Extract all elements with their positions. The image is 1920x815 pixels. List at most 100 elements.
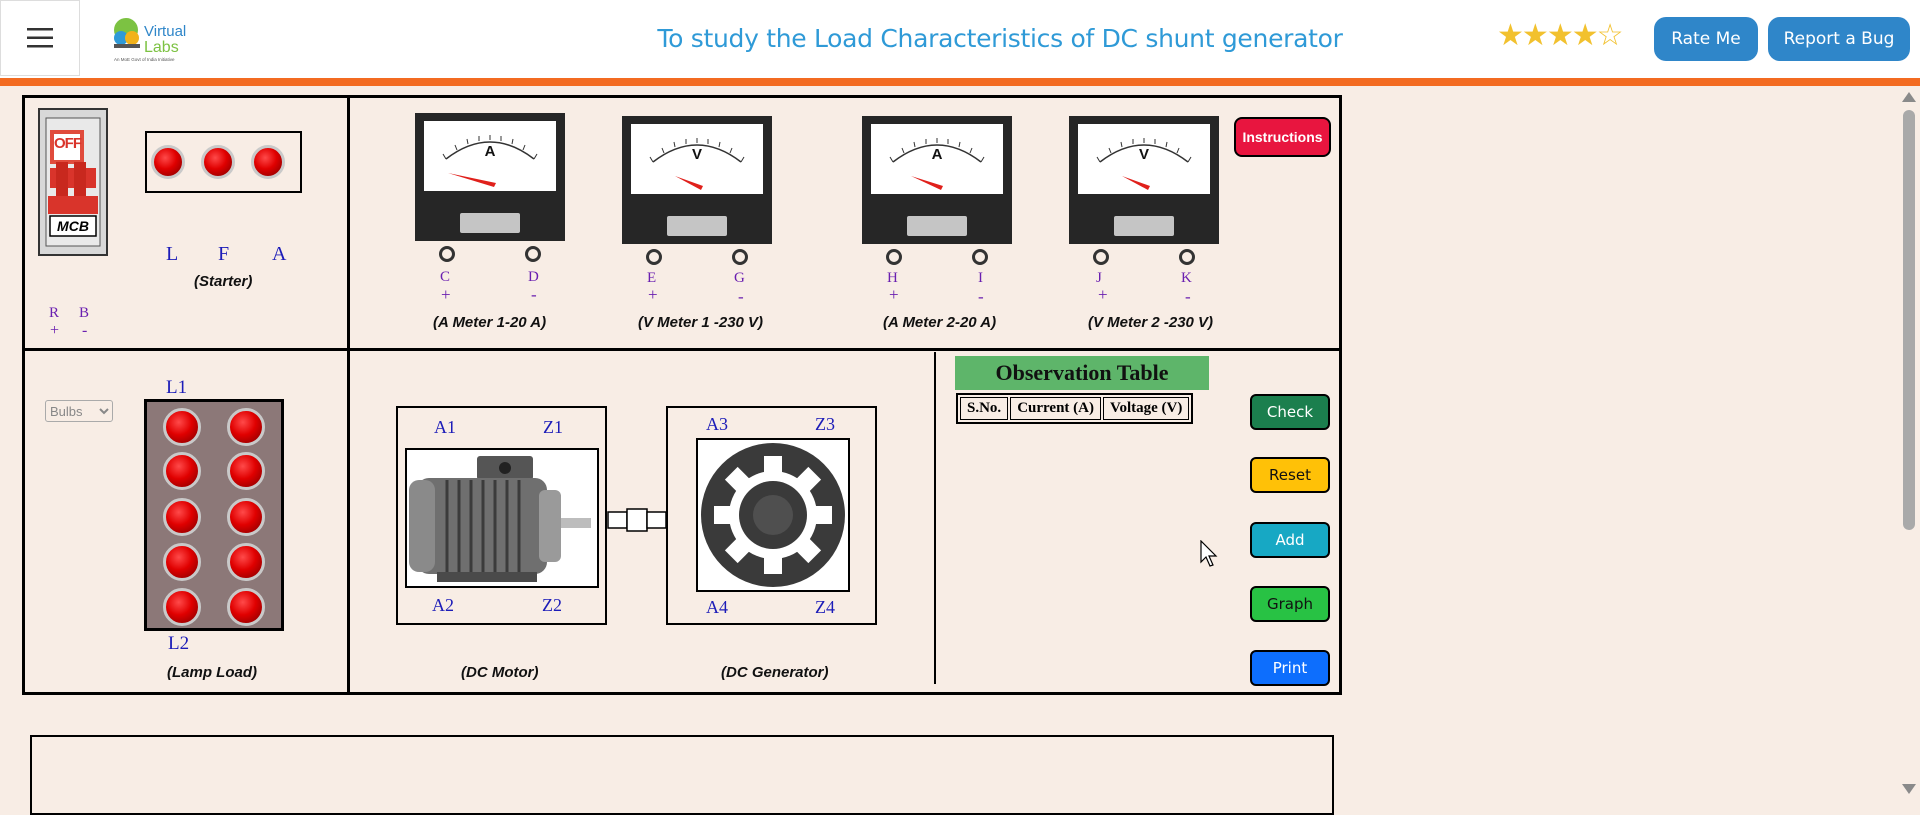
lamp-terminal-L2[interactable]: L2 [168,633,189,655]
starter-caption: (Starter) [194,273,253,290]
reset-button[interactable]: Reset [1250,457,1330,493]
menu-button[interactable] [0,0,80,76]
ammeter-1-caption: (A Meter 1-20 A) [433,314,547,331]
page-scrollbar[interactable] [1898,86,1920,800]
star-filled-icon[interactable]: ★ [1522,19,1549,52]
terminal-K[interactable] [1179,249,1195,265]
dc-generator-image [696,438,850,592]
meter-symbol: V [691,146,702,163]
lamp-bulb[interactable] [227,452,265,490]
generator-terminal-Z3[interactable]: Z3 [815,414,835,435]
terminal-H[interactable] [886,249,902,265]
rating-stars[interactable]: ★★★★☆ [1497,18,1624,53]
scrollbar-thumb[interactable] [1903,110,1915,530]
supply-terminal-R[interactable]: R [49,305,59,322]
starter-lamp [251,145,285,179]
lamp-bulb[interactable] [227,543,265,581]
generator-terminal-A3[interactable]: A3 [706,414,728,435]
graph-button[interactable]: Graph [1250,586,1330,622]
hamburger-icon [27,28,53,48]
meter-symbol: A [931,146,943,163]
starter-lamp [151,145,185,179]
scroll-down-arrow-icon[interactable] [1902,784,1916,794]
starter-terminal-A[interactable]: A [272,243,286,266]
terminal-I[interactable] [972,249,988,265]
terminal-label-K: K [1181,270,1192,286]
mouse-cursor-icon [1200,539,1218,568]
svg-text:Virtual: Virtual [144,23,186,40]
load-type-select[interactable]: Bulbs [45,400,113,422]
lamp-bulb[interactable] [227,408,265,446]
terminal-G[interactable] [732,249,748,265]
svg-text:An MoE Govt of India Initiativ: An MoE Govt of India Initiative [114,57,175,62]
sign-plus: + [1098,285,1108,304]
sign-minus: - [531,285,537,304]
report-bug-button[interactable]: Report a Bug [1768,17,1910,61]
motor-terminal-Z1[interactable]: Z1 [543,417,563,438]
observation-table-title: Observation Table [955,356,1209,390]
voltmeter-1-caption: (V Meter 1 -230 V) [638,314,764,331]
motor-terminal-Z2[interactable]: Z2 [542,595,562,616]
dc-motor-caption: (DC Motor) [461,664,539,681]
sign-plus: + [889,285,899,304]
column-header-voltage: Voltage (V) [1102,397,1190,420]
supply-sign-plus: + [50,322,60,339]
terminal-C[interactable] [439,246,455,262]
star-filled-icon[interactable]: ★ [1547,19,1574,52]
terminal-D[interactable] [525,246,541,262]
star-empty-icon[interactable]: ☆ [1597,19,1624,52]
observation-divider [934,352,936,684]
supply-terminal-B[interactable]: B [79,305,89,322]
lamp-bulb[interactable] [163,408,201,446]
supply-sign-minus: - [82,322,88,339]
starter-lamp [201,145,235,179]
print-button[interactable]: Print [1250,650,1330,686]
starter-terminal-L[interactable]: L [166,243,178,266]
lamp-bulb[interactable] [227,498,265,536]
terminal-label-D: D [528,269,539,285]
sign-plus: + [441,285,451,304]
sign-minus: - [738,287,744,306]
lamp-bulb[interactable] [163,452,201,490]
voltmeter-2-caption: (V Meter 2 -230 V) [1088,314,1214,331]
ammeter-2-caption: (A Meter 2-20 A) [883,314,997,331]
rate-me-button[interactable]: Rate Me [1654,17,1758,61]
add-button[interactable]: Add [1250,522,1330,558]
meter-symbol: V [1138,146,1149,163]
lamp-bulb[interactable] [163,588,201,626]
check-button[interactable]: Check [1250,394,1330,430]
column-header-current: Current (A) [1010,397,1101,420]
motor-terminal-A2[interactable]: A2 [432,595,454,616]
scroll-up-arrow-icon[interactable] [1902,92,1916,102]
lamp-bulb[interactable] [227,588,265,626]
starter-terminal-F[interactable]: F [218,243,229,266]
terminal-label-I: I [978,270,983,286]
generator-terminal-Z4[interactable]: Z4 [815,597,835,618]
top-header: Virtual Labs An MoE Govt of India Initia… [0,0,1920,78]
star-filled-icon[interactable]: ★ [1572,19,1599,52]
terminal-E[interactable] [646,249,662,265]
mcb-label: MCB [57,218,89,234]
mcb-switch[interactable]: OFF MCB [38,108,108,256]
voltmeter-1: V [622,116,772,244]
shaft-coupling [607,508,667,532]
virtual-labs-logo[interactable]: Virtual Labs An MoE Govt of India Initia… [108,12,204,64]
lamp-terminal-L1[interactable]: L1 [166,377,187,399]
star-filled-icon[interactable]: ★ [1497,19,1524,52]
sign-plus: + [648,285,658,304]
header-accent-bar [0,78,1920,86]
instructions-button[interactable]: Instructions [1234,117,1331,157]
panel-divider-vertical [347,95,350,695]
page-title: To study the Load Characteristics of DC … [657,24,1343,53]
motor-terminal-A1[interactable]: A1 [434,417,456,438]
voltmeter-2: V [1069,116,1219,244]
ammeter-2: A [862,116,1012,244]
logo-icon: Virtual Labs An MoE Govt of India Initia… [114,18,186,62]
lamp-bulb[interactable] [163,498,201,536]
terminal-label-G: G [734,270,745,286]
panel-divider-horizontal [22,348,1342,351]
graph-output-area [30,735,1334,815]
lamp-bulb[interactable] [163,543,201,581]
terminal-J[interactable] [1093,249,1109,265]
generator-terminal-A4[interactable]: A4 [706,597,728,618]
